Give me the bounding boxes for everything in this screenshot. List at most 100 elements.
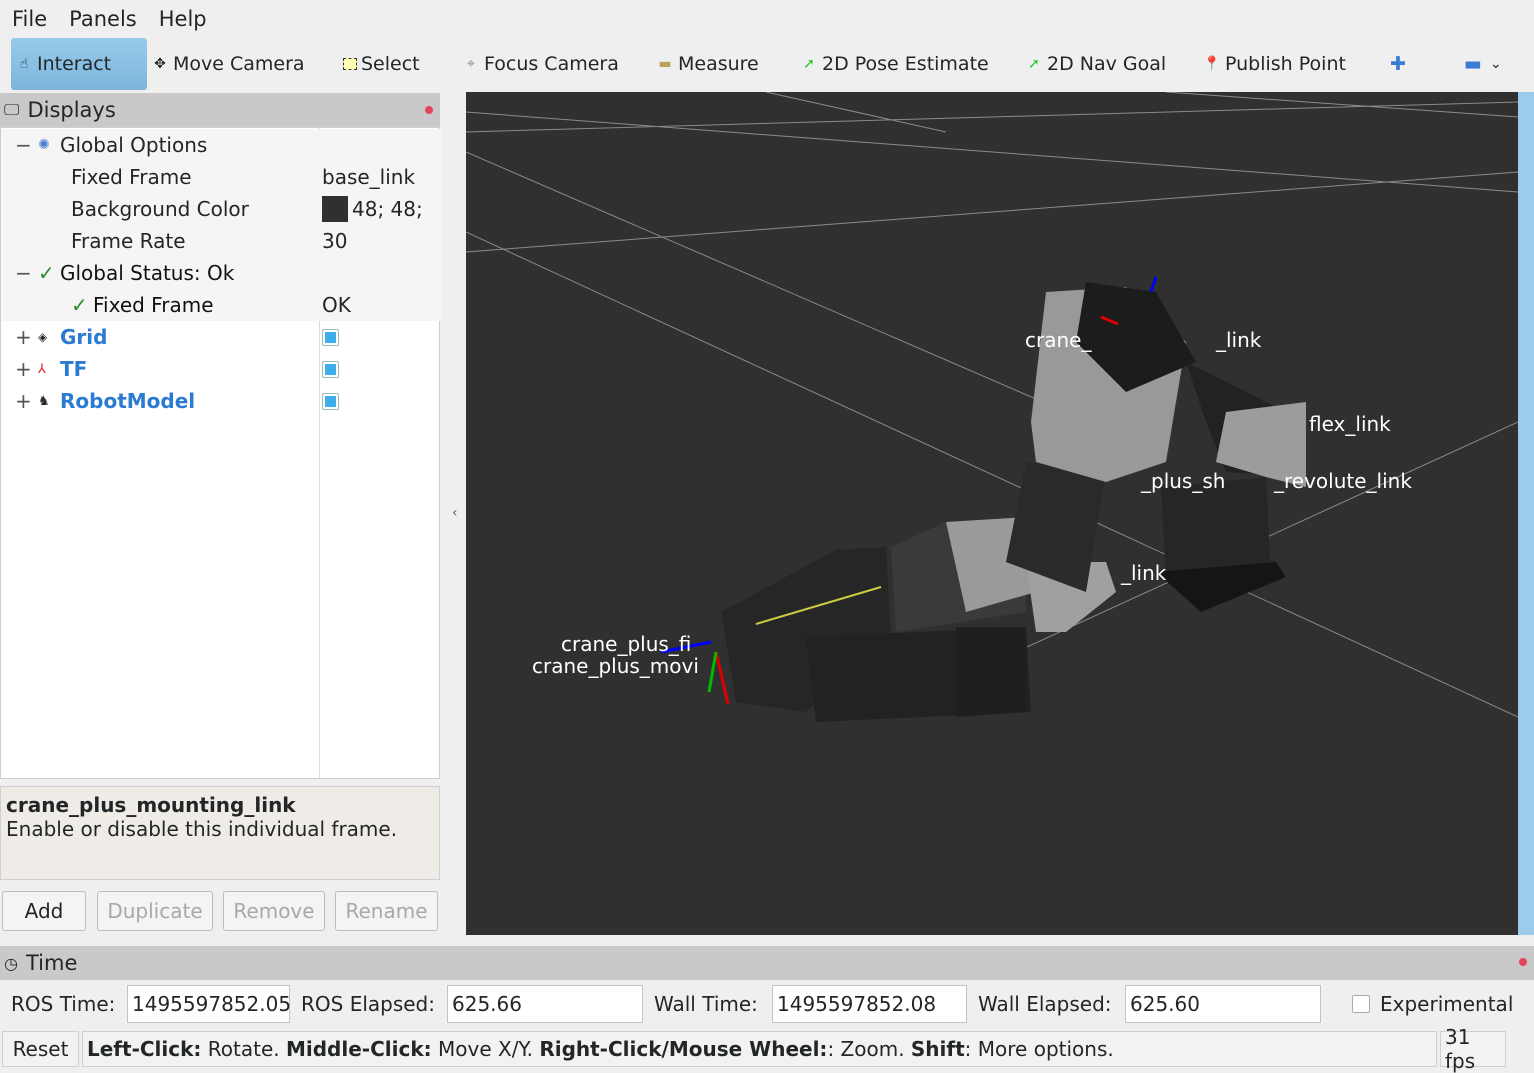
monitor-icon: 🖵 — [4, 100, 20, 119]
experimental-label: Experimental — [1380, 992, 1514, 1016]
background-color-row[interactable]: Background Color 48; 48; — [1, 193, 441, 225]
global-status-row[interactable]: − ✓ Global Status: Ok — [1, 257, 441, 289]
ros-time-field[interactable]: 1495597852.05 — [127, 985, 291, 1023]
clock-icon: ◷ — [4, 953, 18, 973]
expand-icon[interactable]: + — [15, 325, 32, 349]
ros-elapsed-label: ROS Elapsed: — [301, 992, 435, 1016]
hint-bold: Shift — [910, 1037, 965, 1061]
nav-goal-label: 2D Nav Goal — [1047, 53, 1167, 75]
ros-elapsed-field[interactable]: 625.66 — [447, 985, 643, 1023]
move-camera-tool[interactable]: ✥ Move Camera — [151, 38, 304, 90]
rename-button[interactable]: Rename — [335, 891, 438, 931]
status-fixed-frame-value: OK — [322, 293, 351, 317]
wall-time-field[interactable]: 1495597852.08 — [772, 985, 967, 1023]
focus-camera-label: Focus Camera — [484, 53, 619, 75]
global-status-label: Global Status: Ok — [60, 261, 235, 285]
expand-icon[interactable]: + — [15, 357, 32, 381]
add-tool-button[interactable]: ✚ — [1390, 38, 1406, 90]
display-item-robotmodel[interactable]: + ♞ RobotModel — [1, 385, 441, 417]
duplicate-button[interactable]: Duplicate — [97, 891, 213, 931]
publish-point-tool[interactable]: 📍 Publish Point — [1203, 38, 1346, 90]
hint-bold: Left-Click: — [87, 1037, 202, 1061]
crosshair-icon: ⌖ — [467, 56, 475, 72]
add-button[interactable]: Add — [2, 891, 86, 931]
color-swatch — [322, 196, 348, 222]
tf-checkbox[interactable] — [322, 360, 339, 378]
frame-label: _link — [1216, 328, 1262, 352]
move-icon: ✥ — [154, 56, 166, 72]
frame-label: crane_plus_fi — [561, 632, 692, 656]
displays-panel-header: 🖵 Displays — [0, 93, 440, 127]
checkbox-box — [1352, 995, 1370, 1013]
close-panel-icon[interactable] — [1519, 958, 1527, 966]
chevron-down-icon: ⌄ — [1490, 56, 1502, 72]
nav-goal-tool[interactable]: ➚ 2D Nav Goal — [1025, 38, 1166, 90]
description-panel: crane_plus_mounting_link Enable or disab… — [0, 786, 440, 880]
grid-checkbox[interactable] — [322, 328, 339, 346]
frame-label: _plus_sh — [1141, 469, 1226, 493]
background-color-value[interactable]: 48; 48; — [322, 196, 423, 222]
collapse-left-handle[interactable]: ‹ — [452, 505, 458, 521]
close-panel-icon[interactable] — [425, 106, 433, 114]
menu-help[interactable]: Help — [147, 7, 217, 31]
green-arrow-icon: ➚ — [1028, 56, 1040, 72]
collapse-icon[interactable]: − — [15, 133, 32, 157]
global-options-row[interactable]: − ✺ Global Options — [1, 129, 441, 161]
frame-rate-row[interactable]: Frame Rate 30 — [1, 225, 441, 257]
frame-label: _revolute_link — [1274, 469, 1412, 493]
robot-icon: ♞ — [38, 393, 50, 409]
fixed-frame-value[interactable]: base_link — [322, 165, 415, 189]
frame-label: flex_link — [1309, 412, 1391, 436]
robotmodel-checkbox[interactable] — [322, 392, 339, 410]
background-color-label: Background Color — [71, 197, 249, 221]
wall-elapsed-field[interactable]: 625.60 — [1125, 985, 1321, 1023]
description-title: crane_plus_mounting_link — [6, 793, 296, 817]
check-icon: ✓ — [71, 293, 88, 317]
toolbar: ☝ Interact ✥ Move Camera Select ⌖ Focus Cam… — [0, 38, 1534, 90]
ruler-icon: ▬ — [658, 56, 672, 72]
hint-bold: Right-Click/Mouse Wheel: — [539, 1037, 828, 1061]
display-item-grid[interactable]: + ◈ Grid — [1, 321, 441, 353]
frame-label: _link — [1121, 561, 1167, 585]
axes-icon: ⅄ — [38, 361, 46, 377]
frame-label: crane_ — [1025, 328, 1092, 352]
collapse-icon[interactable]: − — [15, 261, 32, 285]
wall-time-label: Wall Time: — [654, 992, 758, 1016]
select-icon — [343, 58, 357, 70]
wall-elapsed-label: Wall Elapsed: — [978, 992, 1112, 1016]
displays-tree: − ✺ Global Options Fixed Frame base_link Ba… — [0, 127, 441, 779]
expand-icon[interactable]: + — [15, 389, 32, 413]
hand-icon: ☝ — [19, 56, 29, 72]
pose-estimate-tool[interactable]: ➚ 2D Pose Estimate — [800, 38, 989, 90]
menu-panels[interactable]: Panels — [57, 7, 147, 31]
time-panel-header: ◷ Time — [0, 946, 1534, 980]
3d-viewport[interactable]: crane_ _link flex_link _plus_sh _revolut… — [466, 92, 1518, 935]
global-options-label: Global Options — [60, 133, 208, 157]
description-text: Enable or disable this individual frame. — [6, 817, 398, 841]
reset-button[interactable]: Reset — [2, 1031, 79, 1067]
status-fixed-frame-row[interactable]: ✓ Fixed Frame OK — [1, 289, 441, 321]
hint-bold: Middle-Click: — [285, 1037, 432, 1061]
collapse-right-handle[interactable] — [1518, 92, 1534, 935]
publish-point-label: Publish Point — [1225, 53, 1346, 75]
experimental-checkbox[interactable]: Experimental — [1352, 985, 1513, 1023]
status-fixed-frame-label: Fixed Frame — [93, 293, 214, 317]
grid — [466, 92, 1518, 718]
tool-menu-chevron[interactable]: ⌄ — [1490, 38, 1502, 90]
interact-tool[interactable]: ☝ Interact — [11, 38, 147, 90]
focus-camera-tool[interactable]: ⌖ Focus Camera — [462, 38, 619, 90]
fixed-frame-row[interactable]: Fixed Frame base_link — [1, 161, 441, 193]
select-tool[interactable]: Select — [343, 38, 420, 90]
measure-tool[interactable]: ▬ Measure — [656, 38, 758, 90]
gear-icon: ✺ — [38, 137, 50, 153]
remove-tool-button[interactable]: ▬ — [1464, 38, 1482, 90]
menubar: File Panels Help — [0, 0, 1534, 38]
frame-label: crane_plus_movi — [532, 654, 699, 678]
grid-label: Grid — [60, 325, 108, 349]
remove-button[interactable]: Remove — [223, 891, 325, 931]
menu-file[interactable]: File — [0, 7, 57, 31]
map-pin-icon: 📍 — [1203, 56, 1221, 72]
frame-rate-value[interactable]: 30 — [322, 229, 347, 253]
robotmodel-label: RobotModel — [60, 389, 196, 413]
display-item-tf[interactable]: + ⅄ TF — [1, 353, 441, 385]
